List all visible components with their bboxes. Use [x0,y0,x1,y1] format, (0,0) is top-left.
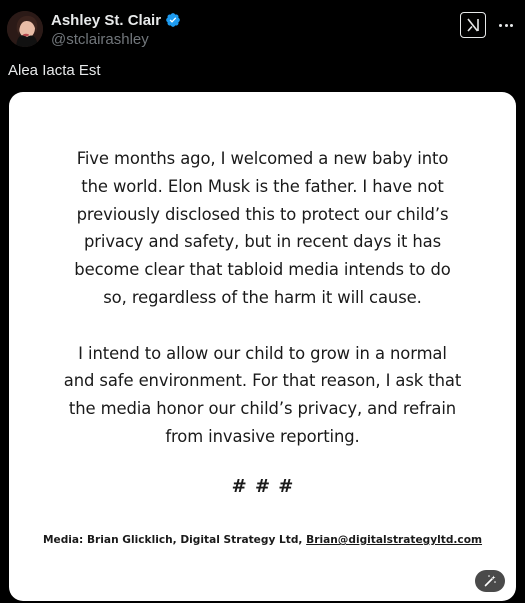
statement-line: previously disclosed this to protect our… [76,204,449,224]
handle[interactable]: @stclairashley [51,31,181,48]
avatar[interactable] [7,11,43,47]
post-header: Ashley St. Clair @stclairashley [7,9,517,49]
magic-wand-icon [484,575,496,587]
grok-button[interactable] [460,12,486,38]
statement-line: so, regardless of the harm it will cause… [103,287,422,307]
more-icon-dot [504,23,508,27]
contact-label: Media: Brian Glicklich, Digital Strategy… [42,534,307,546]
post: Ashley St. Clair @stclairashley Alea Iac… [0,0,525,603]
display-name-row: Ashley St. Clair [51,10,181,30]
more-icon-dot [499,23,502,27]
statement-line: become clear that tabloid media intends … [74,260,451,280]
statement-line: privacy and safety, but in recent days i… [83,232,442,252]
post-text: Alea Iacta Est [8,62,101,79]
contact-email: Brian@digitalstrategyltd.com [306,534,483,546]
statement-line: the media honor our child’s privacy, and… [68,399,457,419]
more-button[interactable] [495,15,517,35]
statement-line: I intend to allow our child to grow in a… [78,343,447,363]
statement-line: Five months ago, I welcomed a new baby i… [76,149,449,168]
grok-icon [467,18,479,32]
image-edit-button[interactable] [475,570,505,592]
verified-badge-icon [165,12,181,28]
statement-line: and safe environment. For that reason, I… [63,371,462,391]
author-names: Ashley St. Clair @stclairashley [51,10,181,48]
statement-line: the world. Elon Musk is the father. I ha… [81,176,444,196]
media-image[interactable]: Five months ago, I welcomed a new baby i… [9,92,516,601]
media-contact: Media: Brian Glicklich, Digital Strategy… [9,534,516,546]
statement-text: Five months ago, I welcomed a new baby i… [9,145,516,451]
more-icon-dot [510,23,513,27]
display-name[interactable]: Ashley St. Clair [51,12,161,29]
section-break: # # # [231,476,294,497]
statement-line: from invasive reporting. [165,426,360,446]
